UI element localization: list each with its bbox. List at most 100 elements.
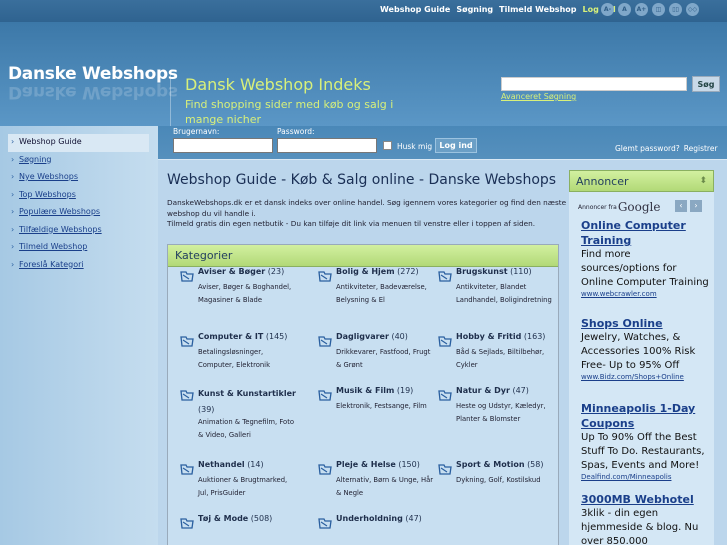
forgot-password-link[interactable]: Glemt password? bbox=[615, 144, 680, 153]
font-normal-button[interactable]: A bbox=[618, 3, 631, 16]
sidebar-item-top-webshops[interactable]: Top Webshops bbox=[8, 187, 149, 205]
top-nav-webshop-guide[interactable]: Webshop Guide bbox=[380, 5, 450, 14]
category-subcategories[interactable]: Elektronik, Festsange, Film bbox=[336, 400, 434, 413]
font-smaller-button[interactable]: A- bbox=[601, 3, 614, 16]
category-subcategories[interactable]: Aviser, Bøger & Boghandel, Magasiner & B… bbox=[198, 281, 296, 306]
category-subcategories[interactable]: Betalingsløsninger, Computer, Elektronik bbox=[198, 346, 296, 371]
category-title: Natur & Dyr (47) bbox=[456, 386, 529, 395]
category-subcategories[interactable]: Antikviteter, Badeværelse, Belysning & E… bbox=[336, 281, 434, 306]
ads-next-icon[interactable]: › bbox=[690, 200, 702, 212]
category-count: (47) bbox=[512, 386, 529, 395]
main-content: Webshop Guide - Køb & Salg online - Dans… bbox=[158, 159, 727, 545]
folder-icon bbox=[180, 267, 194, 286]
category-link[interactable]: Computer & IT bbox=[198, 332, 263, 341]
ad-url[interactable]: www.Bidz.com/Shops+Online bbox=[581, 373, 709, 381]
ad-text: Jewelry, Watches, & Accessories 100% Ris… bbox=[581, 332, 696, 371]
username-label: Brugernavn: bbox=[173, 127, 220, 136]
folder-icon bbox=[438, 267, 452, 286]
account-links: Glemt password? Registrer bbox=[615, 144, 718, 153]
ads-prev-icon[interactable]: ‹ bbox=[675, 200, 687, 212]
folder-icon bbox=[180, 514, 194, 533]
ads-column: Annoncer ⬍ Annoncer fra Google ‹ › Onlin… bbox=[569, 170, 714, 545]
intro-text: DanskeWebshops.dk er et dansk indeks ove… bbox=[167, 198, 567, 230]
ad-text: Up To 90% Off the Best Stuff To Do. Rest… bbox=[581, 432, 705, 471]
advanced-search-link[interactable]: Avanceret Søgning bbox=[501, 92, 576, 101]
category-link[interactable]: Hobby & Fritid bbox=[456, 332, 521, 341]
folder-icon bbox=[438, 460, 452, 479]
intro-paragraph-1: DanskeWebshops.dk er et dansk indeks ove… bbox=[167, 198, 567, 218]
category-subcategories[interactable]: Antikviteter, Blandet Landhandel, Boligi… bbox=[456, 281, 554, 306]
password-label: Password: bbox=[277, 127, 315, 136]
sidebar-item-random-webshops[interactable]: Tilfældige Webshops bbox=[8, 222, 149, 240]
layout-medium-button[interactable]: ▯▯ bbox=[669, 3, 682, 16]
category-link[interactable]: Pleje & Helse bbox=[336, 460, 396, 469]
category-link[interactable]: Tøj & Mode bbox=[198, 514, 248, 523]
remember-me-checkbox[interactable] bbox=[383, 141, 392, 150]
top-nav-register-webshop[interactable]: Tilmeld Webshop bbox=[499, 5, 576, 14]
sidebar-item-suggest-category[interactable]: Foreslå Kategori bbox=[8, 257, 149, 275]
category-link[interactable]: Natur & Dyr bbox=[456, 386, 510, 395]
ad-text: Find more sources/options for Online Com… bbox=[581, 249, 709, 288]
font-larger-button[interactable]: A+ bbox=[635, 3, 648, 16]
login-button[interactable]: Log ind bbox=[435, 138, 477, 153]
category-count: (14) bbox=[247, 460, 264, 469]
category-title: Bolig & Hjem (272) bbox=[336, 267, 419, 276]
sidebar-item-search[interactable]: Søgning bbox=[8, 152, 149, 170]
category-link[interactable]: Bolig & Hjem bbox=[336, 267, 395, 276]
username-field[interactable] bbox=[173, 138, 273, 153]
layout-narrow-button[interactable]: ◫ bbox=[652, 3, 665, 16]
sidebar-item-register-webshop[interactable]: Tilmeld Webshop bbox=[8, 239, 149, 257]
ad-item: Minneapolis 1-Day Coupons Up To 90% Off t… bbox=[581, 401, 709, 481]
category-link[interactable]: Sport & Motion bbox=[456, 460, 525, 469]
category-link[interactable]: Brugskunst bbox=[456, 267, 508, 276]
category-subcategories[interactable]: Drikkevarer, Fastfood, Frugt & Grønt bbox=[336, 346, 434, 371]
category-title: Nethandel (14) bbox=[198, 460, 264, 469]
category-link[interactable]: Dagligvarer bbox=[336, 332, 389, 341]
ads-by-label: Annoncer fra bbox=[578, 203, 617, 211]
top-nav: Webshop Guide Søgning Tilmeld Webshop Lo… bbox=[380, 5, 616, 14]
category-count: (508) bbox=[250, 514, 273, 523]
category-title: Sport & Motion (58) bbox=[456, 460, 543, 469]
category-title: Tøj & Mode (508) bbox=[198, 514, 272, 523]
category-subcategories[interactable]: Båd & Sejlads, Biltilbehør, Cykler bbox=[456, 346, 554, 371]
sidebar-item-new-webshops[interactable]: Nye Webshops bbox=[8, 169, 149, 187]
category-link[interactable]: Musik & Film bbox=[336, 386, 394, 395]
password-field[interactable] bbox=[277, 138, 377, 153]
top-nav-search[interactable]: Søgning bbox=[456, 5, 493, 14]
sidebar-item-webshop-guide[interactable]: Webshop Guide bbox=[8, 134, 149, 152]
site-title: Dansk Webshop Indeks bbox=[185, 75, 371, 94]
ad-item: 3000MB Webhotel 3klik - din egen hjemmesi… bbox=[581, 492, 709, 545]
ads-heading-label: Annoncer bbox=[576, 175, 629, 188]
category-subcategories[interactable]: Dykning, Golf, Kostilskud bbox=[456, 474, 554, 487]
layout-wide-button[interactable]: ◇◇ bbox=[686, 3, 699, 16]
search-input[interactable] bbox=[501, 77, 687, 91]
category-subcategories[interactable]: Animation & Tegnefilm, Foto & Video, Gal… bbox=[198, 416, 296, 441]
ad-title[interactable]: Online Computer Training bbox=[581, 218, 709, 248]
ad-title[interactable]: Minneapolis 1-Day Coupons bbox=[581, 401, 709, 431]
register-link[interactable]: Registrer bbox=[684, 144, 718, 153]
collapse-arrows-icon[interactable]: ⬍ bbox=[699, 176, 707, 186]
folder-icon bbox=[318, 267, 332, 286]
category-link[interactable]: Underholdning bbox=[336, 514, 403, 523]
category-subcategories[interactable]: Heste og Udstyr, Kæledyr, Planter & Blom… bbox=[456, 400, 554, 425]
folder-icon bbox=[180, 386, 194, 405]
site-tagline: Find shopping sider med køb og salg i ma… bbox=[185, 98, 394, 126]
category-count: (39) bbox=[198, 405, 215, 414]
category-title: Dagligvarer (40) bbox=[336, 332, 408, 341]
category-subcategories[interactable]: Auktioner & Brugtmarked, Jul, PrisGuider bbox=[198, 474, 296, 499]
site-logo[interactable]: Danske Webshops bbox=[8, 64, 178, 84]
category-title: Brugskunst (110) bbox=[456, 267, 532, 276]
category-link[interactable]: Kunst & Kunstartikler bbox=[198, 389, 296, 398]
category-link[interactable]: Aviser & Bøger bbox=[198, 267, 265, 276]
sidebar-item-popular-webshops[interactable]: Populære Webshops bbox=[8, 204, 149, 222]
category-subcategories[interactable]: Alternativ, Børn & Unge, Hår & Negle bbox=[336, 474, 434, 499]
ads-brand[interactable]: Google bbox=[618, 200, 661, 214]
search-button[interactable]: Søg bbox=[692, 76, 720, 92]
ad-title[interactable]: Shops Online bbox=[581, 316, 709, 331]
ad-url[interactable]: www.webcrawler.com bbox=[581, 290, 709, 298]
ad-title[interactable]: 3000MB Webhotel bbox=[581, 492, 709, 507]
ad-url[interactable]: Dealfind.com/Minneapolis bbox=[581, 473, 709, 481]
ad-item: Shops Online Jewelry, Watches, & Accessor… bbox=[581, 316, 709, 381]
ads-heading: Annoncer ⬍ bbox=[569, 170, 714, 192]
category-link[interactable]: Nethandel bbox=[198, 460, 245, 469]
